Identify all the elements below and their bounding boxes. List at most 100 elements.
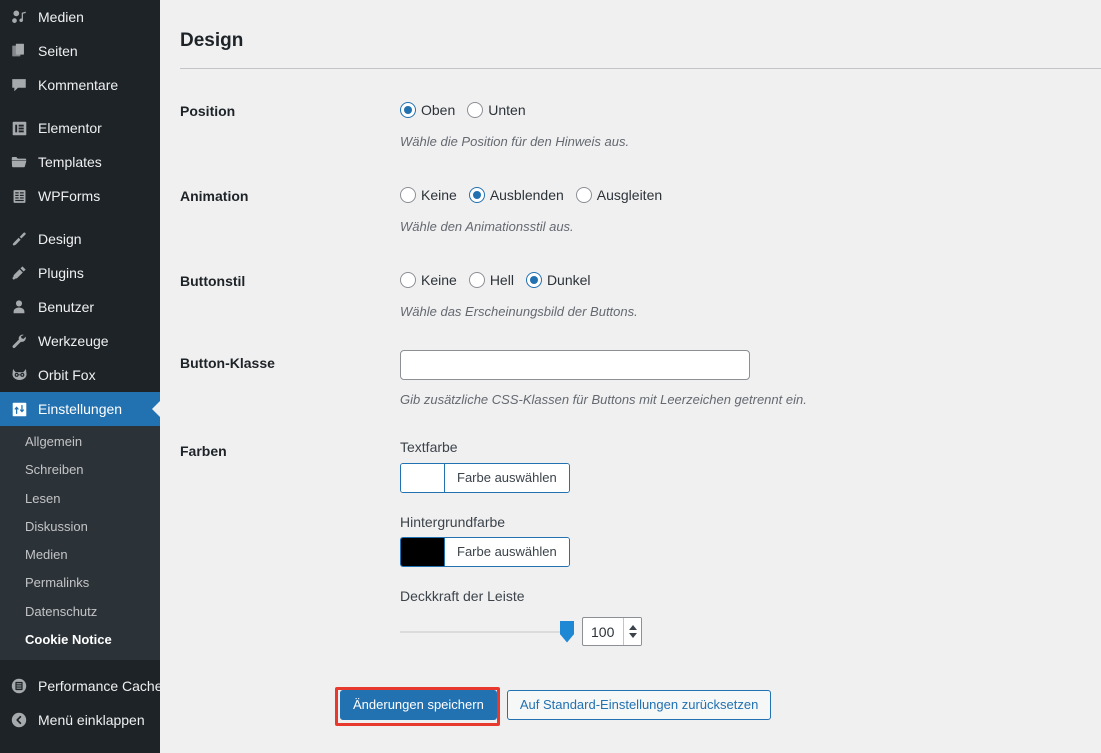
- label-text-color: Textfarbe: [400, 439, 458, 456]
- settings-form: Position Oben Unten Wähle die Position f…: [160, 69, 1101, 646]
- sidebar-item-label: Kommentare: [38, 77, 119, 93]
- sidebar-item-werkzeuge[interactable]: Werkzeuge: [0, 324, 160, 358]
- sidebar-separator: [0, 660, 160, 669]
- opacity-stepper[interactable]: [623, 618, 641, 645]
- radio-group-animation: Keine Ausblenden Ausgleiten: [400, 183, 1101, 207]
- tools-icon: [9, 331, 29, 351]
- sidebar-item-collapse-menu[interactable]: Menü einklappen: [0, 703, 160, 737]
- sidebar-item-seiten[interactable]: Seiten: [0, 34, 160, 68]
- sidebar-item-performance-cache[interactable]: Performance Cache: [0, 669, 160, 703]
- background-color-picker-button[interactable]: Farbe auswählen: [445, 537, 569, 566]
- hint-animation: Wähle den Animationsstil aus.: [400, 218, 574, 234]
- submenu-item-medien[interactable]: Medien: [0, 541, 160, 569]
- pages-icon: [9, 41, 29, 61]
- fox-icon: [9, 365, 29, 385]
- reset-to-defaults-button[interactable]: Auf Standard-Einstellungen zurücksetzen: [506, 690, 772, 720]
- row-label-animation: Animation: [180, 187, 249, 204]
- sidebar-item-label: WPForms: [38, 188, 101, 204]
- label-bar-opacity: Deckkraft der Leiste: [400, 587, 525, 604]
- row-field-position: Oben Unten Wähle die Position für den Hi…: [400, 93, 1101, 151]
- text-color-picker-button[interactable]: Farbe auswählen: [445, 463, 569, 492]
- sidebar-item-wpforms[interactable]: WPForms: [0, 179, 160, 213]
- sidebar-item-label: Werkzeuge: [38, 333, 109, 349]
- radio-input-buttonstil-keine[interactable]: [400, 272, 416, 289]
- opacity-slider-track: [400, 630, 570, 633]
- radio-label: Ausblenden: [489, 186, 564, 203]
- label-background-color: Hintergrundfarbe: [400, 513, 506, 530]
- radio-option-position-unten[interactable]: Unten: [467, 101, 526, 118]
- media-icon: [9, 7, 29, 27]
- submenu-item-permalinks[interactable]: Permalinks: [0, 569, 160, 597]
- radio-input-position-oben[interactable]: [400, 101, 416, 118]
- templates-icon: [9, 152, 29, 172]
- sidebar-item-orbit-fox[interactable]: Orbit Fox: [0, 358, 160, 392]
- radio-input-animation-keine[interactable]: [400, 186, 416, 203]
- sidebar-item-label: Benutzer: [38, 299, 95, 315]
- button-class-input[interactable]: [400, 350, 750, 381]
- radio-label: Oben: [421, 101, 456, 118]
- background-color-swatch[interactable]: [401, 537, 445, 566]
- page-title: Design: [180, 30, 244, 51]
- radio-input-position-unten[interactable]: [467, 101, 484, 118]
- radio-input-animation-ausgleiten[interactable]: [575, 186, 592, 203]
- radio-option-buttonstil-hell[interactable]: Hell: [468, 272, 514, 289]
- radio-option-buttonstil-dunkel[interactable]: Dunkel: [525, 272, 591, 289]
- radio-input-buttonstil-hell[interactable]: [468, 272, 485, 289]
- sidebar-item-einstellungen[interactable]: Einstellungen: [0, 392, 160, 426]
- row-label-colors: Farben: [180, 443, 227, 460]
- radio-group-position: Oben Unten: [400, 98, 1101, 122]
- radio-option-animation-ausblenden[interactable]: Ausblenden: [468, 186, 564, 203]
- opacity-number-field[interactable]: 100: [582, 617, 642, 646]
- radio-input-buttonstil-dunkel[interactable]: [525, 272, 542, 289]
- submenu-item-datenschutz[interactable]: Datenschutz: [0, 598, 160, 626]
- sidebar-separator: [0, 213, 160, 222]
- hint-position: Wähle die Position für den Hinweis aus.: [400, 133, 630, 149]
- submenu-item-diskussion[interactable]: Diskussion: [0, 513, 160, 541]
- submenu-item-lesen[interactable]: Lesen: [0, 485, 160, 513]
- settings-icon: [9, 399, 29, 419]
- opacity-value[interactable]: 100: [583, 618, 623, 645]
- opacity-slider-handle[interactable]: [560, 620, 574, 643]
- radio-label: Keine: [421, 272, 457, 289]
- elementor-icon: [9, 118, 29, 138]
- sidebar-item-label: Orbit Fox: [38, 367, 96, 383]
- sidebar-item-elementor[interactable]: Elementor: [0, 111, 160, 145]
- appearance-icon: [9, 229, 29, 249]
- submenu-item-schreiben[interactable]: Schreiben: [0, 456, 160, 484]
- main-content: Design Position Oben Unten Wähle die Pos…: [160, 0, 1101, 753]
- plugins-icon: [9, 263, 29, 283]
- sidebar-item-plugins[interactable]: Plugins: [0, 256, 160, 290]
- radio-option-position-oben[interactable]: Oben: [400, 101, 456, 118]
- radio-input-animation-ausblenden[interactable]: [468, 186, 485, 203]
- sidebar-item-medien[interactable]: Medien: [0, 0, 160, 34]
- row-position: Position Oben Unten Wähle die Position f…: [180, 75, 1101, 151]
- background-color-picker[interactable]: Farbe auswählen: [400, 536, 570, 567]
- sidebar-item-label: Menü einklappen: [38, 712, 145, 728]
- text-color-swatch[interactable]: [401, 463, 445, 492]
- radio-option-animation-keine[interactable]: Keine: [400, 186, 457, 203]
- stepper-down-icon[interactable]: [628, 633, 637, 638]
- submenu-item-cookie-notice[interactable]: Cookie Notice: [0, 626, 160, 654]
- radio-option-buttonstil-keine[interactable]: Keine: [400, 272, 457, 289]
- row-button-style: Buttonstil Keine Hell Dunkel Wähle das E…: [180, 236, 1101, 321]
- sidebar-item-templates[interactable]: Templates: [0, 145, 160, 179]
- stepper-up-icon[interactable]: [628, 625, 637, 630]
- hint-button-class: Gib zusätzliche CSS-Klassen für Buttons …: [400, 392, 807, 408]
- radio-label: Dunkel: [546, 272, 591, 289]
- submenu-item-allgemein[interactable]: Allgemein: [0, 428, 160, 456]
- sidebar-item-label: Seiten: [38, 43, 78, 59]
- sidebar-item-label: Medien: [38, 9, 84, 25]
- radio-option-animation-ausgleiten[interactable]: Ausgleiten: [575, 186, 662, 203]
- sidebar-item-design[interactable]: Design: [0, 222, 160, 256]
- opacity-slider[interactable]: [400, 620, 574, 643]
- row-button-class: Button-Klasse Gib zusätzliche CSS-Klasse…: [180, 321, 1101, 409]
- sidebar-item-benutzer[interactable]: Benutzer: [0, 290, 160, 324]
- comments-icon: [9, 75, 29, 95]
- form-actions: Änderungen speichern Auf Standard-Einste…: [340, 690, 772, 720]
- sidebar-item-kommentare[interactable]: Kommentare: [0, 68, 160, 102]
- settings-submenu: Allgemein Schreiben Lesen Diskussion Med…: [0, 426, 160, 660]
- save-button[interactable]: Änderungen speichern: [340, 690, 497, 720]
- row-label-button-class: Button-Klasse: [180, 355, 275, 372]
- text-color-picker[interactable]: Farbe auswählen: [400, 462, 570, 493]
- sidebar-item-label: Performance Cache: [38, 678, 160, 694]
